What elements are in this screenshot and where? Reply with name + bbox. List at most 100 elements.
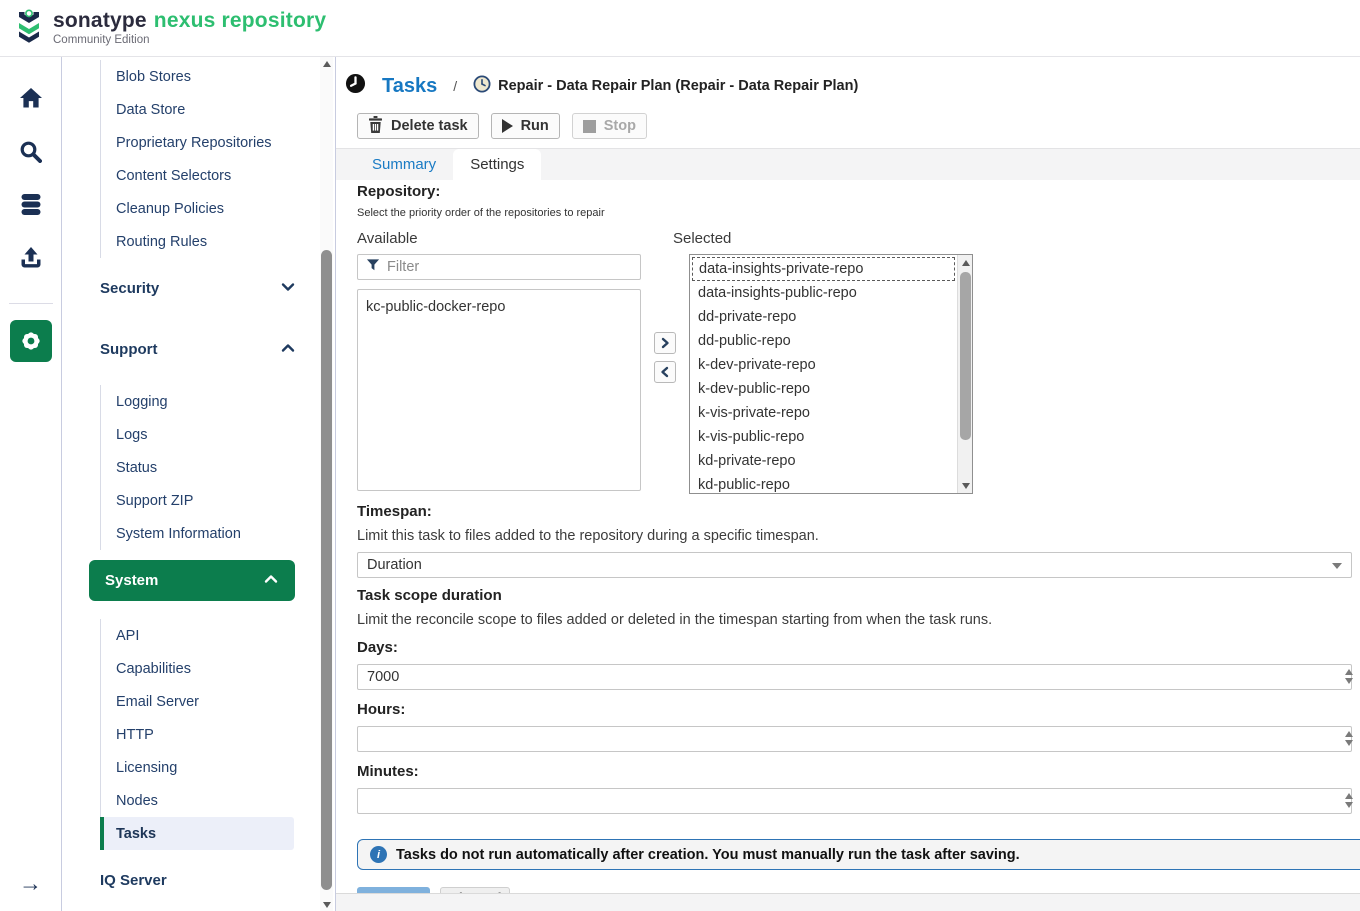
sidebar-scrollbar-thumb[interactable]: [321, 250, 332, 890]
sidebar-item-system-information[interactable]: System Information: [116, 517, 313, 550]
sidebar-item-logs[interactable]: Logs: [116, 418, 313, 451]
sidebar-item-blob-stores[interactable]: Blob Stores: [116, 60, 313, 93]
section-label: Security: [100, 280, 159, 297]
home-icon: [19, 87, 43, 109]
timespan-select[interactable]: Duration: [357, 552, 1352, 578]
info-icon: i: [370, 846, 387, 863]
sidebar-section-iq-server[interactable]: IQ Server: [100, 864, 296, 897]
scroll-up-icon[interactable]: [958, 255, 973, 270]
breadcrumb-separator: /: [453, 78, 457, 94]
timespan-selected-value: Duration: [367, 557, 422, 573]
tab-summary[interactable]: Summary: [355, 149, 453, 180]
repository-transfer-list: kc-public-docker-repo data-insights-priv…: [357, 254, 1360, 494]
available-listbox[interactable]: kc-public-docker-repo: [357, 289, 641, 491]
sonatype-logo-icon: [14, 9, 44, 48]
scroll-down-icon[interactable]: [320, 898, 333, 911]
chevron-right-icon: [660, 337, 670, 349]
sidebar-section-system[interactable]: System: [89, 560, 295, 601]
funnel-icon: [366, 258, 380, 277]
selected-scrollbar-thumb[interactable]: [960, 272, 971, 440]
move-right-button[interactable]: [654, 332, 676, 354]
sidebar-item-support-zip[interactable]: Support ZIP: [116, 484, 313, 517]
filter-field[interactable]: [357, 254, 641, 280]
run-task-button[interactable]: Run: [491, 113, 560, 139]
filter-input[interactable]: [387, 259, 632, 275]
info-alert-text: Tasks do not run automatically after cre…: [396, 847, 1020, 863]
browse-nav-button[interactable]: [10, 183, 52, 225]
task-clock-icon: [473, 75, 491, 97]
sidebar-item-email-server[interactable]: Email Server: [116, 685, 313, 718]
stop-task-button[interactable]: Stop: [572, 113, 647, 139]
selected-item[interactable]: dd-private-repo: [692, 305, 955, 329]
minutes-label: Minutes:: [357, 763, 1360, 780]
scroll-down-icon[interactable]: [958, 478, 973, 493]
stepper-icon[interactable]: [1345, 669, 1353, 684]
sidebar-section-security[interactable]: Security: [100, 272, 296, 305]
collapse-sidebar-button[interactable]: →: [19, 870, 42, 897]
available-label: Available: [357, 230, 673, 247]
repository-nav-group: Blob Stores Data Store Proprietary Repos…: [100, 60, 313, 258]
timespan-help: Limit this task to files added to the re…: [357, 528, 1360, 544]
selected-item[interactable]: k-vis-public-repo: [692, 425, 955, 449]
selected-item[interactable]: k-dev-public-repo: [692, 377, 955, 401]
selected-list-scrollbar[interactable]: [957, 255, 972, 493]
sidebar-scrollbar[interactable]: [320, 57, 333, 911]
sidebar-item-routing-rules[interactable]: Routing Rules: [116, 225, 313, 258]
home-nav-button[interactable]: [10, 77, 52, 119]
sidebar-item-tasks[interactable]: Tasks: [100, 817, 294, 850]
scope-label: Task scope duration: [357, 587, 1360, 604]
selected-item[interactable]: data-insights-public-repo: [692, 281, 955, 305]
sidebar-item-data-store[interactable]: Data Store: [116, 93, 313, 126]
selected-label: Selected: [673, 230, 731, 247]
admin-nav-button[interactable]: [10, 320, 52, 362]
hours-input[interactable]: [357, 726, 1352, 752]
sidebar-item-nodes[interactable]: Nodes: [116, 784, 313, 817]
sidebar-item-proprietary-repositories[interactable]: Proprietary Repositories: [116, 126, 313, 159]
brand-company: sonatype: [53, 9, 147, 33]
breadcrumb-tasks-link[interactable]: Tasks: [382, 75, 437, 98]
delete-task-button[interactable]: Delete task: [357, 113, 479, 139]
section-label: System: [105, 572, 158, 589]
upload-nav-button[interactable]: [10, 236, 52, 278]
selected-item[interactable]: kd-public-repo: [692, 473, 955, 494]
sidebar-item-cleanup-policies[interactable]: Cleanup Policies: [116, 192, 313, 225]
selected-item[interactable]: k-dev-private-repo: [692, 353, 955, 377]
sidebar-item-http[interactable]: HTTP: [116, 718, 313, 751]
repository-help: Select the priority order of the reposit…: [357, 207, 1360, 219]
rail-divider: [9, 303, 53, 304]
delete-task-label: Delete task: [391, 118, 468, 134]
sidebar-item-capabilities[interactable]: Capabilities: [116, 652, 313, 685]
selected-item[interactable]: kd-private-repo: [692, 449, 955, 473]
sidebar-section-support[interactable]: Support: [100, 333, 296, 366]
tab-settings[interactable]: Settings: [453, 149, 541, 180]
minutes-input[interactable]: [357, 788, 1352, 814]
search-nav-button[interactable]: [10, 130, 52, 172]
sidebar-item-status[interactable]: Status: [116, 451, 313, 484]
task-toolbar: Delete task Run Stop: [357, 113, 1360, 139]
clock-icon: [345, 73, 366, 99]
stepper-icon[interactable]: [1345, 731, 1353, 746]
available-item[interactable]: kc-public-docker-repo: [358, 295, 640, 319]
sidebar-item-content-selectors[interactable]: Content Selectors: [116, 159, 313, 192]
gear-icon: [19, 329, 43, 353]
scroll-up-icon[interactable]: [320, 57, 333, 70]
brand-logo: sonatype nexus repository Community Edit…: [14, 9, 326, 48]
stepper-icon[interactable]: [1345, 793, 1353, 808]
repository-label: Repository:: [357, 183, 1360, 200]
selected-item[interactable]: k-vis-private-repo: [692, 401, 955, 425]
selected-listbox[interactable]: data-insights-private-repo data-insights…: [689, 254, 973, 494]
selected-item[interactable]: data-insights-private-repo: [692, 257, 955, 281]
stop-icon: [583, 120, 596, 133]
move-left-button[interactable]: [654, 361, 676, 383]
days-label: Days:: [357, 639, 1360, 656]
tab-bar: Summary Settings: [336, 148, 1360, 180]
task-title: Repair - Data Repair Plan (Repair - Data…: [498, 78, 858, 94]
sidebar-item-licensing[interactable]: Licensing: [116, 751, 313, 784]
app-window: sonatype nexus repository Community Edit…: [0, 0, 1360, 911]
selected-item[interactable]: dd-public-repo: [692, 329, 955, 353]
days-input[interactable]: [357, 664, 1352, 690]
sidebar-item-api[interactable]: API: [116, 619, 313, 652]
search-icon: [19, 140, 42, 163]
sidebar-item-logging[interactable]: Logging: [116, 385, 313, 418]
settings-form: Repository: Select the priority order of…: [336, 180, 1360, 911]
